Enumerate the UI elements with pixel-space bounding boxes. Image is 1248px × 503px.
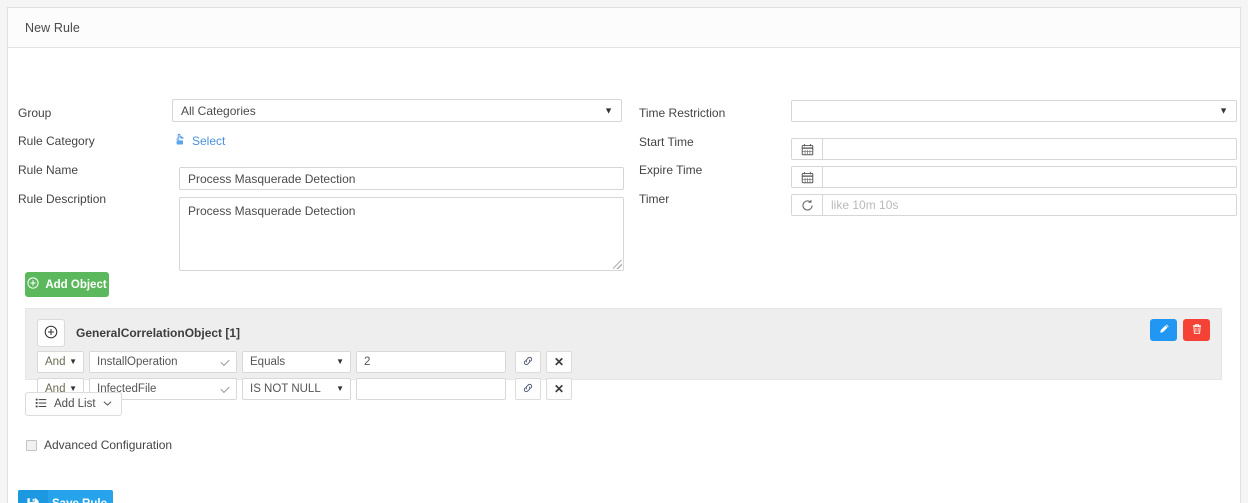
condition-remove-button[interactable]: ✕ [546, 378, 572, 400]
advanced-configuration-label: Advanced Configuration [44, 438, 173, 452]
rule-category-link-label: Select [192, 134, 226, 148]
add-object-button[interactable]: Add Object [25, 272, 109, 297]
label-rule-description: Rule Description [18, 192, 107, 206]
rule-name-input[interactable] [179, 167, 624, 190]
panel-header: New Rule [8, 8, 1240, 48]
rule-description-field-wrap [179, 197, 624, 271]
condition-join-value: And [45, 356, 66, 368]
form-fields: Group All Categories ▼ Rule Category Sel… [8, 48, 1240, 271]
expire-time-group [791, 166, 1237, 188]
correlation-object-title: GeneralCorrelationObject [1] [76, 326, 241, 340]
timer-group [791, 194, 1237, 216]
rule-description-textarea[interactable] [179, 197, 624, 271]
new-rule-panel: New Rule Group All Categories ▼ Rule Cat… [7, 7, 1241, 503]
timer-input[interactable] [822, 194, 1237, 216]
correlation-object-block: GeneralCorrelationObject [1] And ▼ Insta… [25, 308, 1222, 400]
page-title: New Rule [25, 20, 80, 35]
calendar-icon[interactable] [791, 166, 822, 188]
edit-correlation-object-button[interactable] [1150, 319, 1177, 341]
chain-icon [522, 382, 534, 397]
correlation-object-header: GeneralCorrelationObject [1] [37, 319, 240, 347]
label-rule-category: Rule Category [18, 134, 95, 148]
label-time-restriction: Time Restriction [639, 106, 726, 120]
chevron-down-icon: ▼ [69, 357, 77, 366]
save-rule-button[interactable]: Save Rule [18, 490, 113, 503]
save-rule-label: Save Rule [48, 498, 113, 503]
label-group: Group [18, 106, 52, 120]
trash-icon [1191, 323, 1203, 338]
condition-row: And ▼ InstallOperation Equals ▼ 2 ✕ [37, 351, 572, 373]
rule-name-field-wrap [179, 167, 624, 190]
chevron-down-icon: ▼ [336, 357, 344, 366]
panel-body: Group All Categories ▼ Rule Category Sel… [8, 48, 1240, 503]
condition-remove-button[interactable]: ✕ [546, 351, 572, 373]
pencil-icon [1158, 323, 1170, 338]
label-expire-time: Expire Time [639, 163, 703, 177]
save-icon [18, 490, 48, 503]
chevron-down-icon [220, 356, 230, 367]
add-list-label: Add List [54, 398, 96, 410]
condition-field-select[interactable]: InstallOperation [89, 351, 237, 373]
condition-operator-select[interactable]: IS NOT NULL ▼ [242, 378, 351, 400]
chevron-down-icon: ▼ [604, 105, 613, 115]
chain-icon [522, 355, 534, 370]
close-icon: ✕ [553, 382, 565, 396]
new-rule-screen: New Rule Group All Categories ▼ Rule Cat… [0, 0, 1248, 503]
condition-value-input[interactable] [356, 351, 506, 373]
close-icon: ✕ [553, 355, 565, 369]
condition-field-value: InstallOperation [97, 356, 178, 368]
hand-pointer-icon [174, 133, 187, 149]
delete-correlation-object-button[interactable] [1183, 319, 1210, 341]
condition-link-button[interactable] [515, 378, 541, 400]
label-rule-name: Rule Name [18, 163, 79, 177]
chevron-down-icon: ▼ [336, 384, 344, 393]
expire-time-input[interactable] [822, 166, 1237, 188]
correlation-object-actions [1150, 319, 1210, 341]
group-select-value: All Categories [181, 103, 256, 118]
label-timer: Timer [639, 192, 670, 206]
calendar-icon[interactable] [791, 138, 822, 160]
list-icon [35, 397, 47, 412]
group-select[interactable]: All Categories ▼ [172, 99, 622, 122]
time-restriction-select[interactable]: ▼ [791, 100, 1237, 122]
chevron-down-icon: ▼ [1219, 105, 1228, 116]
condition-join-select[interactable]: And ▼ [37, 351, 84, 373]
label-start-time: Start Time [639, 135, 694, 149]
advanced-configuration-checkbox[interactable] [26, 439, 37, 451]
condition-operator-value: IS NOT NULL [250, 383, 321, 395]
condition-link-button[interactable] [515, 351, 541, 373]
condition-operator-value: Equals [250, 356, 286, 368]
plus-circle-icon [44, 325, 58, 342]
condition-operator-select[interactable]: Equals ▼ [242, 351, 351, 373]
timer-icon[interactable] [791, 194, 822, 216]
add-object-label: Add Object [45, 278, 107, 291]
start-time-input[interactable] [822, 138, 1237, 160]
chevron-down-icon [103, 398, 112, 410]
chevron-down-icon [220, 383, 230, 394]
start-time-group [791, 138, 1237, 160]
expand-correlation-object-button[interactable] [37, 319, 65, 347]
add-list-button[interactable]: Add List [25, 392, 122, 416]
rule-category-select-link[interactable]: Select [174, 133, 225, 149]
condition-value-input[interactable] [356, 378, 506, 400]
plus-circle-icon [27, 277, 39, 292]
advanced-configuration-row: Advanced Configuration [26, 438, 172, 452]
